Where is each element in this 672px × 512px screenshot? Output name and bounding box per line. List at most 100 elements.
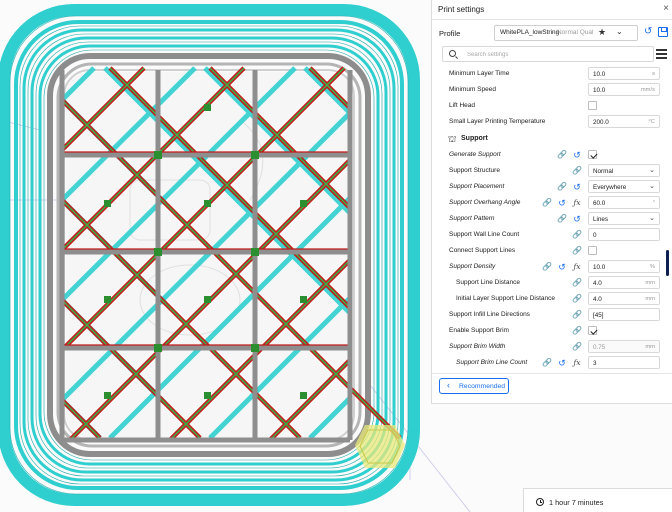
- close-icon[interactable]: ×: [663, 3, 669, 14]
- link-icon[interactable]: 🔗: [572, 294, 582, 304]
- field-value: Lines: [593, 215, 609, 223]
- link-icon[interactable]: 🔗: [572, 230, 582, 240]
- support-brim-width-field[interactable]: 0.75 mm: [588, 340, 660, 353]
- setting-support-wall-line-count: Support Wall Line Count 🔗 0: [432, 227, 664, 243]
- setting-label: Enable Support Brim: [449, 327, 509, 334]
- link-icon[interactable]: 🔗: [572, 326, 582, 336]
- small-layer-temperature-field[interactable]: 200.0 °C: [588, 115, 660, 128]
- menu-icon[interactable]: [656, 48, 667, 59]
- support-brim-line-count-field[interactable]: 3: [588, 356, 660, 369]
- print-time-panel[interactable]: 1 hour 7 minutes: [523, 488, 672, 512]
- setting-label: Small Layer Printing Temperature: [449, 118, 546, 125]
- search-input[interactable]: [467, 49, 647, 60]
- support-placement-dropdown[interactable]: Everywhere ⌄: [588, 180, 660, 193]
- initial-layer-support-line-distance-field[interactable]: 4.0 mm: [588, 292, 660, 305]
- field-value: Normal: [593, 167, 614, 175]
- field-unit: mm: [645, 279, 655, 286]
- link-icon[interactable]: 🔗: [542, 358, 552, 368]
- setting-label: Support Infill Line Directions: [449, 311, 530, 318]
- field-value: 3: [593, 359, 597, 367]
- setting-label: Minimum Speed: [449, 86, 496, 93]
- reset-icon[interactable]: ↺: [572, 182, 582, 192]
- panel-title: Print settings: [438, 5, 485, 14]
- field-value: 60.0: [593, 199, 606, 207]
- connect-support-lines-checkbox[interactable]: [588, 246, 597, 255]
- link-icon[interactable]: 🔗: [572, 278, 582, 288]
- field-value: 200.0: [593, 118, 609, 126]
- link-icon[interactable]: 🔗: [557, 214, 567, 224]
- setting-minimum-speed: Minimum Speed 10.0 mm/s: [432, 82, 664, 98]
- setting-label: Support Wall Line Count: [449, 231, 520, 238]
- star-icon[interactable]: ★: [598, 27, 606, 38]
- search-box[interactable]: [442, 46, 654, 62]
- reset-icon[interactable]: ↺: [557, 262, 567, 272]
- link-icon[interactable]: 🔗: [542, 198, 552, 208]
- setting-support-infill-line-directions: Support Infill Line Directions 🔗 [45]: [432, 307, 664, 323]
- support-density-field[interactable]: 10.0 %: [588, 260, 660, 273]
- support-wall-line-count-field[interactable]: 0: [588, 228, 660, 241]
- setting-enable-support-brim: Enable Support Brim 🔗: [432, 323, 664, 339]
- lift-head-checkbox[interactable]: [588, 101, 597, 110]
- field-value: 10.0: [593, 86, 606, 94]
- setting-label: Support Overhang Angle: [449, 199, 521, 206]
- field-value: 4.0: [593, 279, 602, 287]
- minimum-layer-time-field[interactable]: 10.0 s: [588, 67, 660, 80]
- field-value: 0: [593, 231, 597, 239]
- field-value: 4.0: [593, 295, 602, 303]
- field-unit: °: [652, 199, 655, 206]
- reset-icon[interactable]: ↺: [644, 26, 652, 37]
- reset-icon[interactable]: ↺: [572, 214, 582, 224]
- save-icon[interactable]: [658, 27, 668, 37]
- function-icon[interactable]: ƒx: [572, 198, 582, 208]
- search-row: [432, 46, 672, 63]
- field-unit: °C: [648, 118, 655, 125]
- function-icon[interactable]: ƒx: [572, 358, 582, 368]
- setting-label: Support Line Distance: [456, 279, 520, 286]
- function-icon[interactable]: ƒx: [572, 262, 582, 272]
- field-unit: %: [649, 263, 655, 270]
- link-icon[interactable]: 🔗: [557, 182, 567, 192]
- chevron-down-icon: ⌄: [649, 215, 655, 222]
- setting-label: Support Brim Line Count: [456, 359, 528, 366]
- settings-scrollbar[interactable]: [666, 250, 669, 276]
- setting-label: Initial Layer Support Line Distance: [456, 295, 556, 302]
- field-value: 10.0: [593, 70, 606, 78]
- setting-support-brim-width: Support Brim Width 🔗 0.75 mm: [432, 339, 664, 355]
- recommended-button[interactable]: ‹ Recommended: [439, 378, 509, 394]
- field-unit: s: [652, 70, 655, 77]
- minimum-speed-field[interactable]: 10.0 mm/s: [588, 83, 660, 96]
- enable-support-brim-checkbox[interactable]: [588, 326, 597, 335]
- link-icon[interactable]: 🔗: [542, 262, 552, 272]
- field-value: 10.0: [593, 263, 606, 271]
- reset-icon[interactable]: ↺: [572, 150, 582, 160]
- link-icon[interactable]: 🔗: [572, 310, 582, 320]
- reset-icon[interactable]: ↺: [557, 358, 567, 368]
- chevron-down-icon: ⌄: [649, 167, 655, 174]
- support-pattern-dropdown[interactable]: Lines ⌄: [588, 212, 660, 225]
- nozzle-indicator: [355, 425, 405, 468]
- link-icon[interactable]: 🔗: [572, 166, 582, 176]
- support-overhang-angle-field[interactable]: 60.0 °: [588, 196, 660, 209]
- setting-connect-support-lines: Connect Support Lines 🔗: [432, 243, 664, 259]
- reset-icon[interactable]: ↺: [557, 198, 567, 208]
- field-unit: mm: [645, 343, 655, 350]
- link-icon[interactable]: 🔗: [557, 150, 567, 160]
- setting-initial-layer-support-line-distance: Initial Layer Support Line Distance 🔗 4.…: [432, 291, 664, 307]
- support-line-distance-field[interactable]: 4.0 mm: [588, 276, 660, 289]
- generate-support-checkbox[interactable]: [588, 150, 597, 159]
- setting-label: Minimum Layer Time: [449, 70, 510, 77]
- print-settings-panel: Print settings × Profile WhitePLA_lowStr…: [431, 0, 672, 404]
- support-infill-line-directions-field[interactable]: [45]: [588, 308, 660, 321]
- settings-list[interactable]: Minimum Layer Time 10.0 s Minimum Speed …: [432, 65, 672, 371]
- profile-dropdown[interactable]: WhitePLA_lowString - Normal Quality - 0.…: [494, 25, 638, 41]
- search-icon: [449, 50, 456, 57]
- support-structure-dropdown[interactable]: Normal ⌄: [588, 164, 660, 177]
- chevron-left-icon: ‹: [447, 380, 450, 390]
- support-section-header[interactable]: ⛫ Support: [432, 131, 664, 147]
- link-icon[interactable]: 🔗: [572, 342, 582, 352]
- setting-support-pattern: Support Pattern 🔗 ↺ Lines ⌄: [432, 211, 664, 227]
- setting-support-structure: Support Structure 🔗 Normal ⌄: [432, 163, 664, 179]
- setting-label: Support Pattern: [449, 215, 495, 222]
- support-section-label: Support: [461, 135, 488, 142]
- link-icon[interactable]: 🔗: [572, 246, 582, 256]
